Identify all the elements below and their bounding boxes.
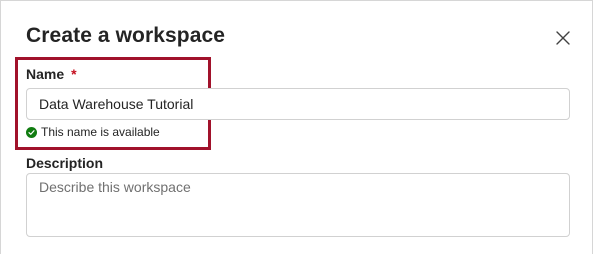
description-label: Description — [26, 155, 104, 171]
dialog-title: Create a workspace — [26, 24, 226, 47]
checkmark-circle-icon — [26, 126, 37, 138]
availability-text: This name is available — [41, 125, 160, 139]
create-workspace-dialog: Create a workspace Name * This name is av… — [0, 0, 593, 254]
name-availability-status: This name is available — [26, 125, 160, 139]
name-label: Name * — [26, 66, 77, 82]
close-icon — [556, 30, 570, 50]
description-textarea[interactable]: Describe this workspace — [26, 173, 570, 237]
close-button[interactable] — [553, 30, 573, 50]
required-marker: * — [71, 66, 77, 82]
name-input[interactable] — [26, 88, 570, 120]
name-label-text: Name — [26, 66, 65, 82]
